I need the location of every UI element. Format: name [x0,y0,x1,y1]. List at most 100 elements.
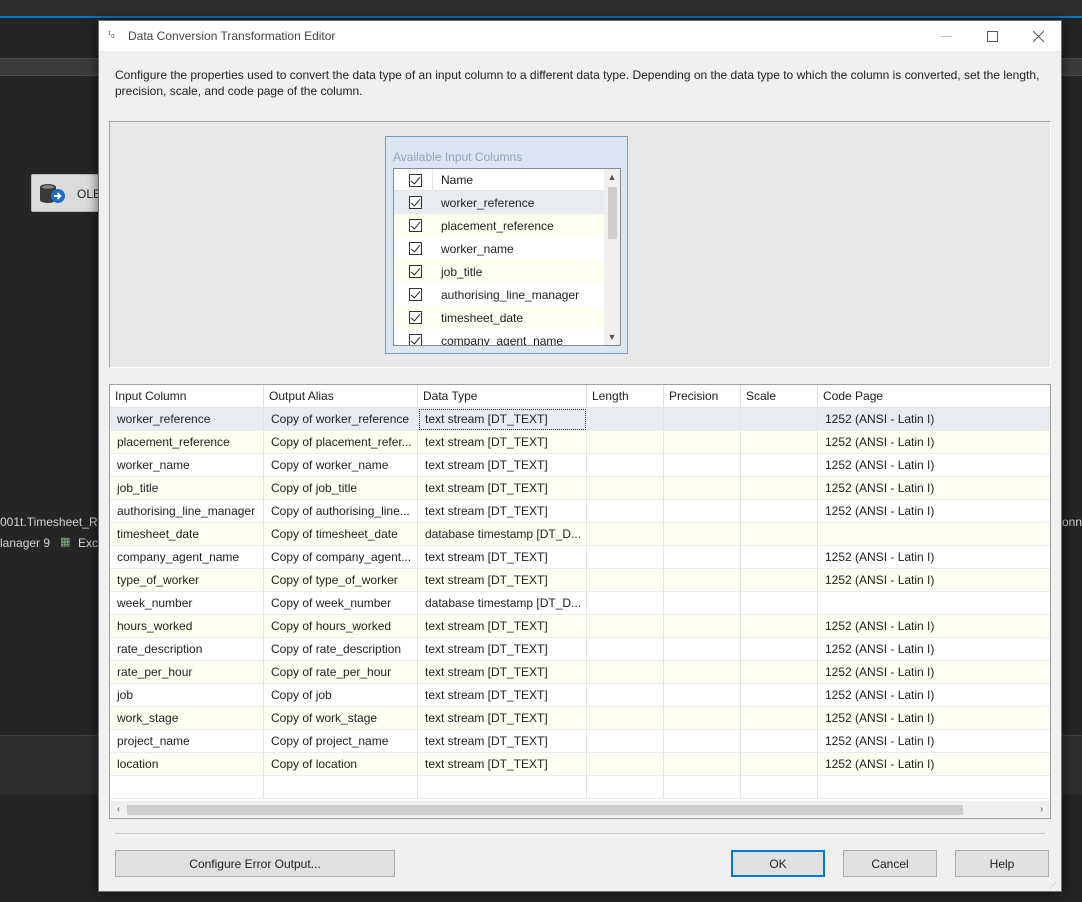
input-column-cell[interactable]: authorising_line_manager [110,500,264,523]
output-alias-cell[interactable]: Copy of company_agent... [264,546,418,569]
code-page-cell[interactable]: 1252 (ANSI - Latin I) [818,684,1050,707]
code-page-cell[interactable]: 1252 (ANSI - Latin I) [818,500,1050,523]
code-page-cell[interactable]: 1252 (ANSI - Latin I) [818,569,1050,592]
code-page-cell[interactable]: 1252 (ANSI - Latin I) [818,431,1050,454]
grid-header-precision[interactable]: Precision [664,385,741,408]
table-row[interactable]: worker_name Copy of worker_name text strea… [110,454,1050,477]
table-row[interactable]: timesheet_date Copy of timesheet_date data… [110,523,1050,546]
output-alias-cell[interactable]: Copy of hours_worked [264,615,418,638]
table-row[interactable]: project_name Copy of project_name text str… [110,730,1050,753]
close-button[interactable] [1015,21,1061,51]
precision-cell[interactable] [664,546,741,569]
scale-cell[interactable] [741,615,818,638]
output-alias-cell[interactable]: Copy of week_number [264,592,418,615]
table-row[interactable]: job_title Copy of job_title text stream [D… [110,477,1050,500]
scale-cell[interactable] [741,753,818,776]
input-column-cell[interactable]: project_name [110,730,264,753]
length-cell[interactable] [587,638,664,661]
data-type-cell[interactable]: text stream [DT_TEXT] [418,753,587,776]
column-checkbox[interactable] [409,196,422,209]
column-checkbox[interactable] [409,219,422,232]
table-row[interactable]: worker_reference Copy of worker_reference… [110,408,1050,431]
scale-cell[interactable] [741,477,818,500]
output-alias-cell[interactable]: Copy of job_title [264,477,418,500]
scale-cell[interactable] [741,707,818,730]
length-cell[interactable] [587,592,664,615]
data-type-cell[interactable]: text stream [DT_TEXT] [418,500,587,523]
length-cell[interactable] [587,753,664,776]
code-page-cell[interactable]: 1252 (ANSI - Latin I) [818,753,1050,776]
scale-cell[interactable] [741,638,818,661]
code-page-cell[interactable]: 1252 (ANSI - Latin I) [818,408,1050,431]
code-page-cell[interactable]: 1252 (ANSI - Latin I) [818,638,1050,661]
code-page-cell[interactable]: 1252 (ANSI - Latin I) [818,477,1050,500]
scroll-left-icon[interactable]: ‹ [110,801,127,818]
table-row[interactable]: type_of_worker Copy of type_of_worker text… [110,569,1050,592]
grid-header-output-alias[interactable]: Output Alias [264,385,418,408]
code-page-cell[interactable]: 1252 (ANSI - Latin I) [818,707,1050,730]
length-cell[interactable] [587,776,664,799]
output-alias-cell[interactable] [264,776,418,799]
precision-cell[interactable] [664,592,741,615]
column-checkbox[interactable] [409,242,422,255]
scroll-up-icon[interactable]: ▲ [604,169,620,185]
scale-cell[interactable] [741,500,818,523]
output-alias-cell[interactable]: Copy of location [264,753,418,776]
precision-cell[interactable] [664,638,741,661]
data-type-cell[interactable]: text stream [DT_TEXT] [418,661,587,684]
help-button[interactable]: Help [955,850,1049,877]
output-alias-cell[interactable]: Copy of worker_name [264,454,418,477]
available-column-row[interactable]: timesheet_date [394,306,604,329]
precision-cell[interactable] [664,523,741,546]
grid-header-scale[interactable]: Scale [741,385,818,408]
dialog-title-bar[interactable]: ¹₀ Data Conversion Transformation Editor [99,21,1061,51]
table-row[interactable]: placement_reference Copy of placement_ref… [110,431,1050,454]
scale-cell[interactable] [741,592,818,615]
scroll-thumb[interactable] [608,187,617,239]
scroll-right-icon[interactable]: › [1033,801,1050,818]
precision-cell[interactable] [664,730,741,753]
table-row[interactable]: authorising_line_manager Copy of authoris… [110,500,1050,523]
input-column-cell[interactable]: job_title [110,477,264,500]
table-row[interactable]: company_agent_name Copy of company_agent.… [110,546,1050,569]
input-column-cell[interactable]: placement_reference [110,431,264,454]
scale-cell[interactable] [741,684,818,707]
input-column-cell[interactable]: rate_per_hour [110,661,264,684]
input-column-cell[interactable]: job [110,684,264,707]
code-page-cell[interactable] [818,592,1050,615]
scale-cell[interactable] [741,454,818,477]
ole-db-source-component[interactable]: OLE [31,174,101,212]
ok-button[interactable]: OK [731,850,825,877]
length-cell[interactable] [587,615,664,638]
input-column-cell[interactable]: worker_name [110,454,264,477]
column-checkbox[interactable] [409,334,422,345]
scale-cell[interactable] [741,661,818,684]
length-cell[interactable] [587,500,664,523]
length-cell[interactable] [587,523,664,546]
data-type-cell[interactable] [418,776,587,799]
available-column-row[interactable]: company_agent_name [394,329,604,345]
code-page-cell[interactable] [818,776,1050,799]
data-type-cell[interactable]: database timestamp [DT_D... [418,523,587,546]
output-alias-cell[interactable]: Copy of worker_reference [264,408,418,431]
code-page-cell[interactable]: 1252 (ANSI - Latin I) [818,730,1050,753]
output-alias-cell[interactable]: Copy of work_stage [264,707,418,730]
table-row[interactable] [110,776,1050,799]
code-page-cell[interactable]: 1252 (ANSI - Latin I) [818,546,1050,569]
code-page-cell[interactable]: 1252 (ANSI - Latin I) [818,615,1050,638]
table-row[interactable]: hours_worked Copy of hours_worked text str… [110,615,1050,638]
grid-header-length[interactable]: Length [587,385,664,408]
grid-header-input-column[interactable]: Input Column [110,385,264,408]
data-type-cell[interactable]: text stream [DT_TEXT] [418,684,587,707]
horizontal-scroll-thumb[interactable] [127,805,963,815]
maximize-button[interactable] [969,21,1015,51]
data-type-cell[interactable]: database timestamp [DT_D... [418,592,587,615]
output-alias-cell[interactable]: Copy of timesheet_date [264,523,418,546]
input-column-cell[interactable]: worker_reference [110,408,264,431]
configure-error-output-button[interactable]: Configure Error Output... [115,850,395,877]
select-all-checkbox[interactable] [409,174,422,187]
precision-cell[interactable] [664,569,741,592]
precision-cell[interactable] [664,684,741,707]
available-column-row[interactable]: placement_reference [394,214,604,237]
output-alias-cell[interactable]: Copy of rate_description [264,638,418,661]
